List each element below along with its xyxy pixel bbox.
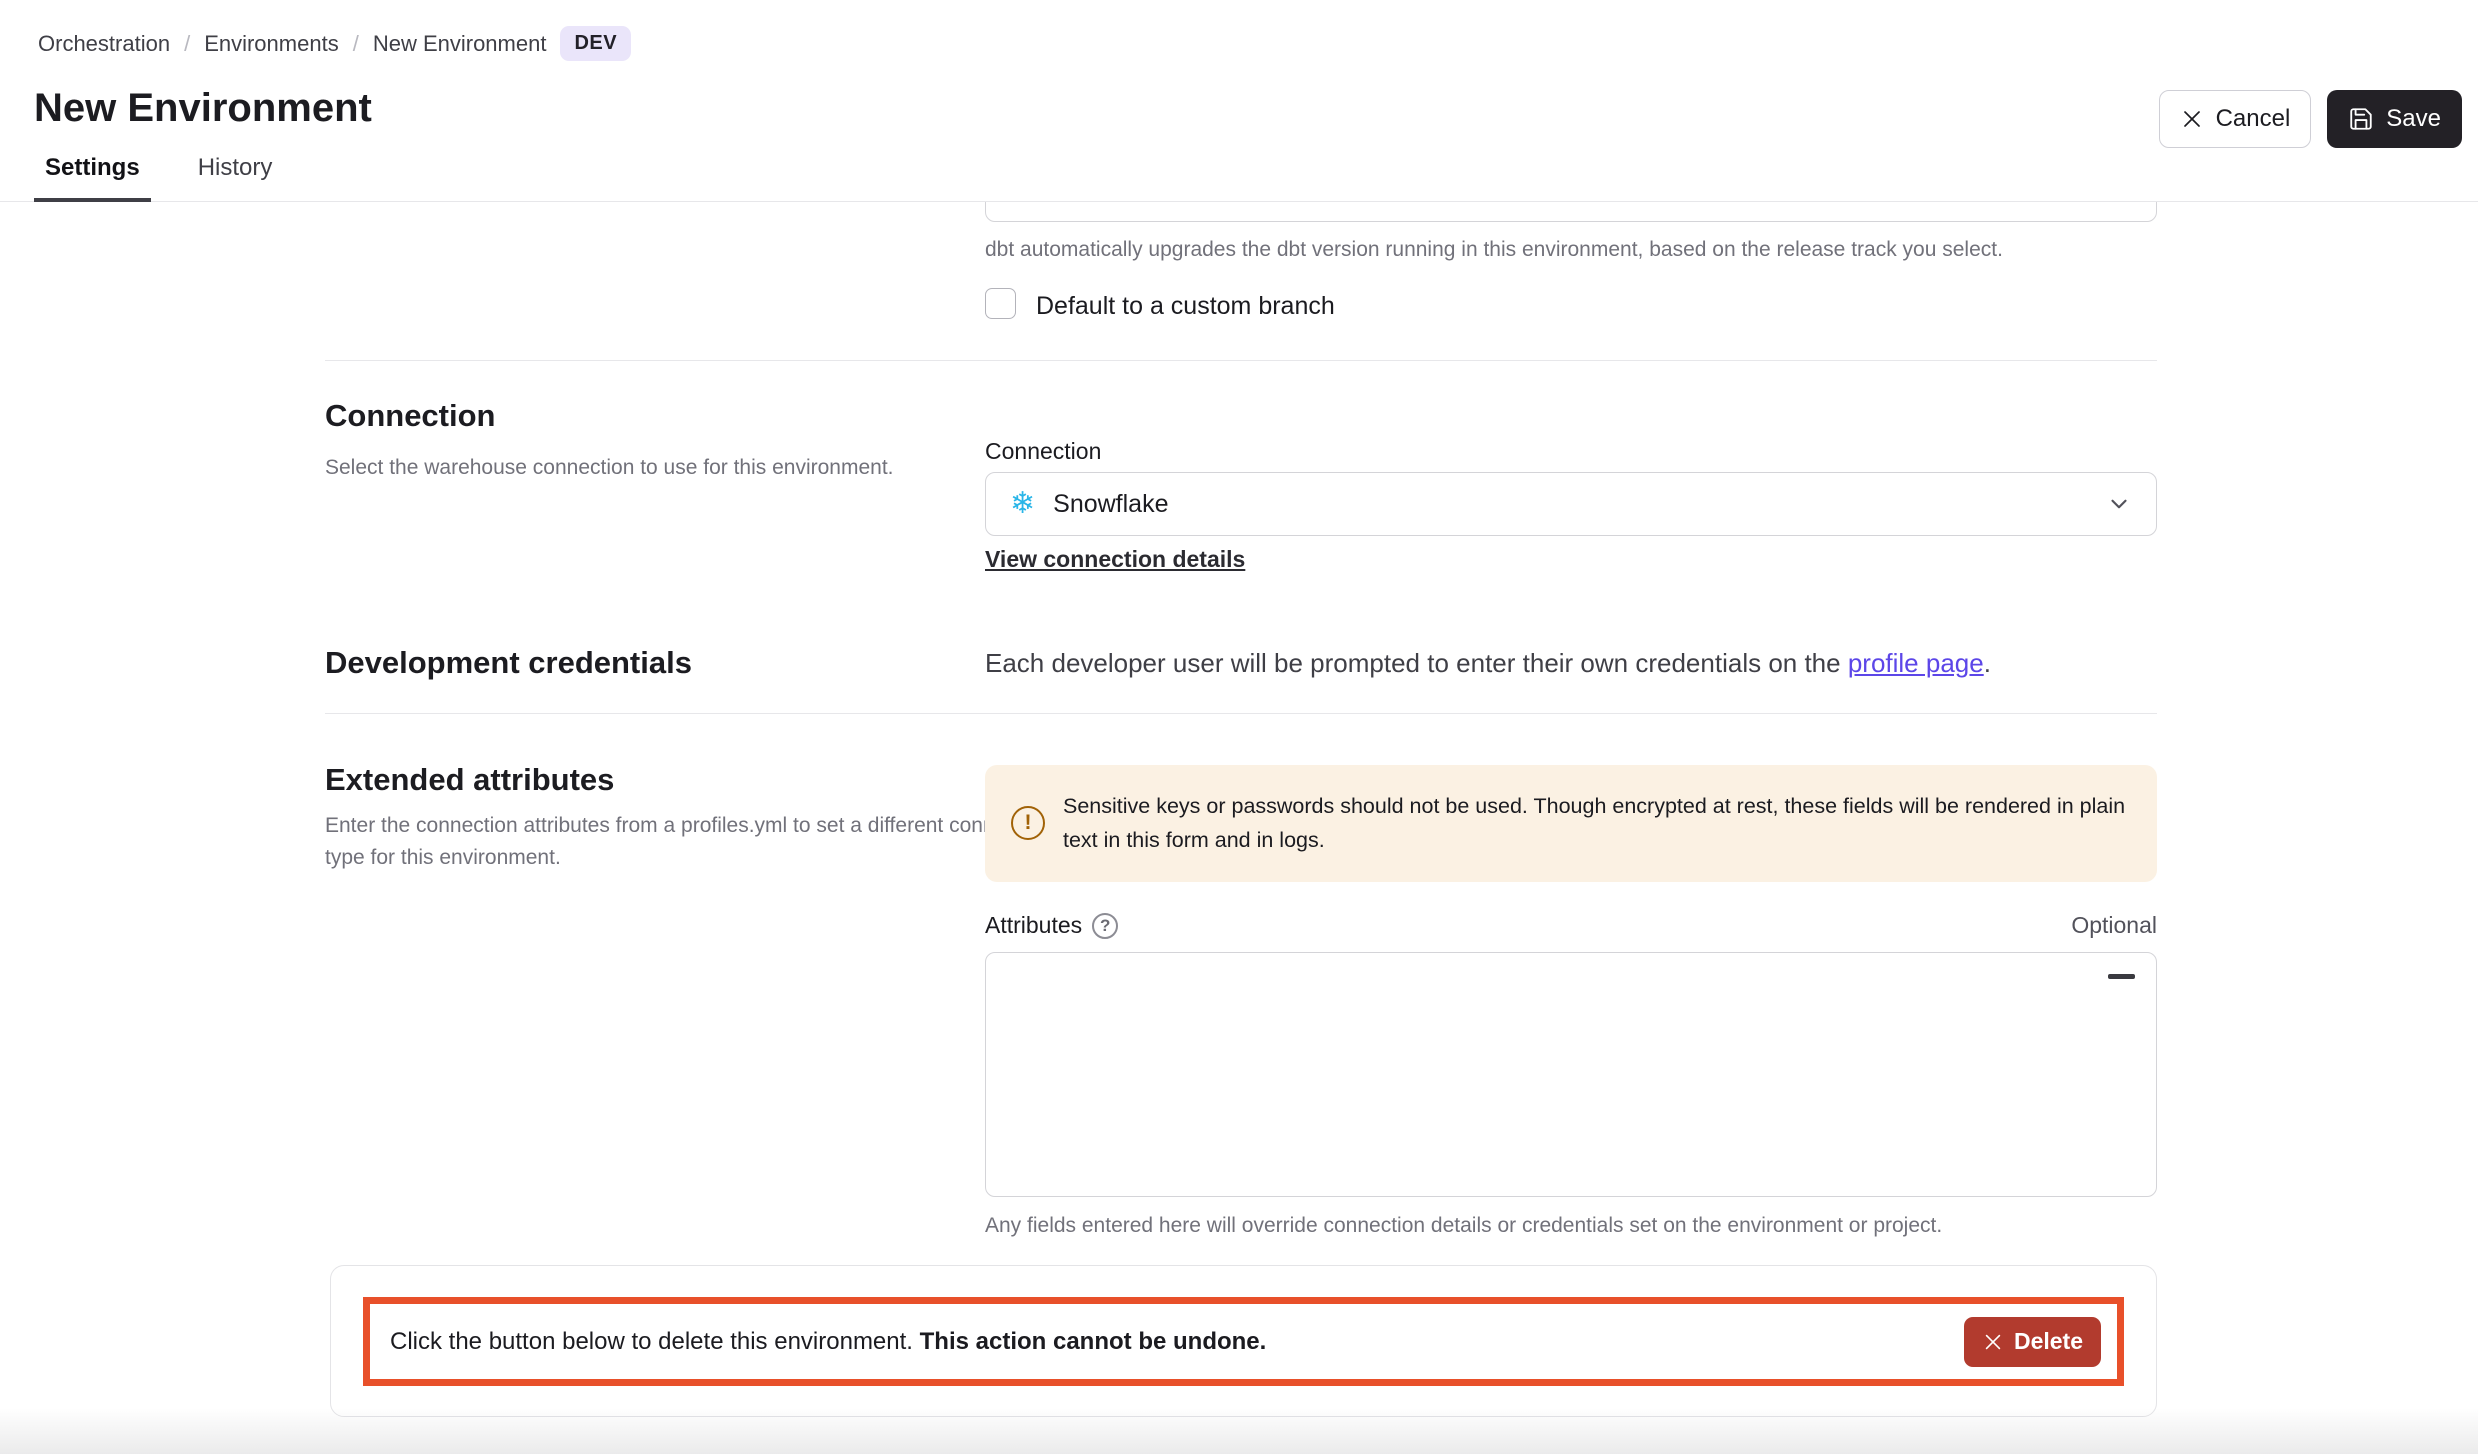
view-connection-details-link[interactable]: View connection details: [985, 546, 1245, 573]
cancel-button[interactable]: Cancel: [2159, 90, 2312, 148]
close-icon: [2180, 107, 2204, 131]
section-divider: [325, 713, 2157, 714]
connection-selected-value: Snowflake: [1053, 490, 1168, 519]
page-title: New Environment: [34, 86, 372, 131]
sensitive-keys-warning: ! Sensitive keys or passwords should not…: [985, 765, 2157, 882]
editor-fold-icon[interactable]: [2108, 974, 2135, 979]
warning-text: Sensitive keys or passwords should not b…: [1063, 789, 2131, 858]
dev-credentials-text: Each developer user will be prompted to …: [985, 648, 1991, 679]
dev-credentials-heading: Development credentials: [325, 645, 692, 681]
connection-heading: Connection: [325, 398, 496, 434]
chevron-down-icon: [2106, 491, 2132, 517]
extended-attributes-heading: Extended attributes: [325, 762, 614, 798]
save-button-label: Save: [2386, 105, 2441, 133]
header-actions: Cancel Save: [2159, 90, 2462, 148]
profile-page-link[interactable]: profile page: [1848, 648, 1984, 678]
extended-attributes-description: Enter the connection attributes from a p…: [325, 810, 1095, 873]
delete-warning-normal: Click the button below to delete this en…: [390, 1328, 920, 1355]
breadcrumb-separator: /: [184, 31, 190, 57]
delete-button[interactable]: Delete: [1964, 1317, 2101, 1367]
cancel-button-label: Cancel: [2216, 105, 2291, 133]
delete-button-label: Delete: [2014, 1328, 2083, 1355]
connection-field-label: Connection: [985, 438, 1101, 465]
delete-annotation-box: Click the button below to delete this en…: [363, 1297, 2124, 1386]
release-track-helper: dbt automatically upgrades the dbt versi…: [985, 238, 2157, 262]
breadcrumb-orchestration[interactable]: Orchestration: [38, 31, 170, 57]
optional-label: Optional: [2071, 912, 2157, 939]
breadcrumb-current: New Environment: [373, 31, 547, 57]
env-type-badge: DEV: [560, 26, 631, 61]
delete-warning-bold: This action cannot be undone.: [920, 1328, 1267, 1355]
breadcrumb: Orchestration / Environments / New Envir…: [38, 26, 631, 61]
tab-bar: Settings History: [34, 154, 283, 202]
section-divider: [325, 360, 2157, 361]
breadcrumb-separator: /: [353, 31, 359, 57]
attributes-editor-wrap: [985, 952, 2157, 1197]
dev-credentials-text-before: Each developer user will be prompted to …: [985, 648, 1848, 678]
attributes-textarea[interactable]: [985, 952, 2157, 1197]
delete-warning-text: Click the button below to delete this en…: [390, 1328, 1266, 1356]
save-button[interactable]: Save: [2327, 90, 2462, 148]
breadcrumb-environments[interactable]: Environments: [204, 31, 339, 57]
snowflake-icon: ❄: [1010, 489, 1035, 519]
custom-branch-label: Default to a custom branch: [1036, 292, 1335, 321]
custom-branch-checkbox[interactable]: [985, 288, 1016, 319]
attributes-field-label: Attributes: [985, 912, 1082, 939]
save-disk-icon: [2348, 106, 2374, 132]
help-icon[interactable]: ?: [1092, 913, 1118, 939]
tab-history[interactable]: History: [187, 154, 284, 202]
connection-select[interactable]: ❄ Snowflake: [985, 472, 2157, 536]
dev-credentials-text-after: .: [1984, 648, 1991, 678]
attributes-label-row: Attributes ?: [985, 912, 1118, 939]
close-icon: [1982, 1331, 2004, 1353]
page-header: Orchestration / Environments / New Envir…: [0, 0, 2478, 202]
tab-settings[interactable]: Settings: [34, 154, 151, 202]
environment-settings-page: Orchestration / Environments / New Envir…: [0, 0, 2478, 1454]
warning-circle-icon: !: [1011, 806, 1045, 840]
attributes-helper: Any fields entered here will override co…: [985, 1214, 2157, 1238]
